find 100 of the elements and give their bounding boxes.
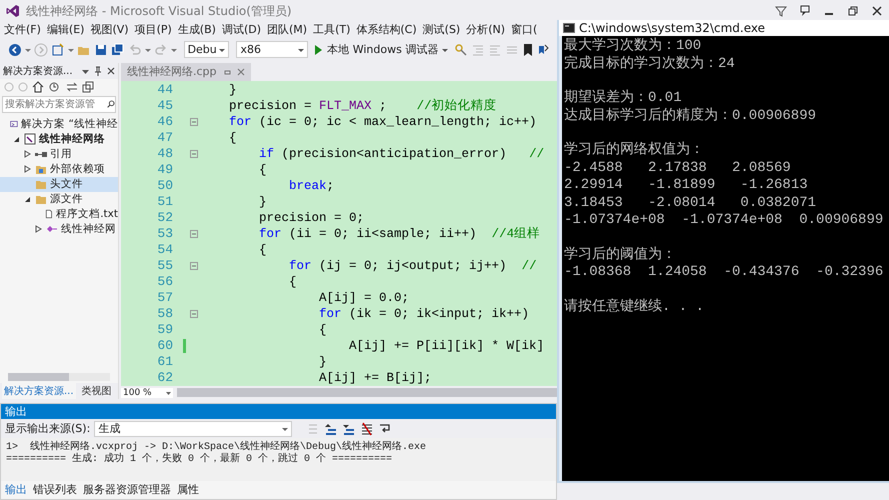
line-number: 46: [156, 114, 173, 130]
collapse-icon[interactable]: [190, 150, 198, 158]
code-line: }: [318, 354, 327, 369]
line-number: 51: [156, 194, 173, 210]
source-dropdown[interactable]: 生成: [94, 420, 292, 436]
sync-icon[interactable]: [66, 80, 78, 93]
home-icon[interactable]: [32, 80, 44, 93]
tree-item[interactable]: 线性神经网: [0, 222, 118, 237]
collapsed-arrow-icon[interactable]: [24, 165, 31, 174]
collapse-icon[interactable]: [190, 262, 198, 270]
close-icon[interactable]: [871, 5, 883, 17]
panel-tab[interactable]: 输出: [5, 482, 27, 498]
code-line: {: [318, 322, 327, 337]
tree-item[interactable]: 线性神经网络: [0, 132, 118, 147]
console-line: -1.08368 1.24058 -0.434376 -0.32396: [564, 264, 884, 282]
goto-previous-icon[interactable]: [324, 422, 338, 436]
line-number: 62: [156, 370, 173, 386]
search-icon: [107, 98, 115, 110]
clear-all-icon[interactable]: [360, 422, 374, 436]
code-line: }: [228, 82, 237, 97]
code-line: for (ij = 0; ij<output; ij++) //: [288, 258, 537, 273]
collapsed-arrow-icon[interactable]: [35, 225, 42, 234]
panel-tab[interactable]: 解决方案资源...: [2, 383, 76, 399]
code-line: {: [228, 130, 237, 145]
tree-item[interactable]: 外部依赖项: [0, 162, 118, 177]
tree-item[interactable]: 源文件: [0, 192, 118, 207]
play-icon: [314, 44, 324, 56]
collapse-icon[interactable]: [82, 80, 94, 93]
line-number: 56: [156, 274, 173, 290]
source-label: 显示输出来源(S):: [5, 421, 90, 436]
menu-item[interactable]: 分析(N): [466, 22, 506, 38]
code-line: }: [258, 194, 267, 209]
back-icon[interactable]: [8, 42, 22, 57]
menu-item[interactable]: 工具(T): [313, 22, 350, 38]
restore-icon[interactable]: [847, 5, 859, 17]
code-line: for (ic = 0; ic < max_learn_length; ic++): [228, 114, 537, 129]
line-number: 47: [156, 130, 173, 146]
tree-item[interactable]: 程序文档.txt: [0, 206, 118, 222]
zoom-dropdown[interactable]: 100 %: [121, 388, 173, 398]
line-number: 45: [156, 98, 173, 114]
panel-tab[interactable]: 属性: [177, 482, 199, 498]
output-line: 1> 线性神经网络.vcxproj -> D:\WorkSpace\线性神经网络\Debug\线性神经网络.exe: [6, 442, 428, 453]
panel-tab[interactable]: 错误列表: [33, 482, 77, 498]
console-line: 3.18453 -2.08014 0.0382071: [564, 194, 818, 212]
panel-title: 输出: [1, 404, 556, 419]
panel-tab[interactable]: 类视图: [80, 383, 114, 399]
menu-item[interactable]: 生成(B): [178, 22, 216, 38]
tree-item[interactable]: 引用: [0, 146, 118, 162]
menu-item[interactable]: 调试(D): [222, 22, 261, 38]
console-line: 完成目标的学习次数为：24: [564, 56, 736, 73]
horizontal-scrollbar[interactable]: [8, 373, 110, 381]
code-line: precision = 0;: [258, 210, 364, 225]
collapse-icon[interactable]: [190, 230, 198, 238]
bookmark-icon[interactable]: [522, 42, 534, 57]
close-icon[interactable]: [107, 66, 115, 76]
tree-item[interactable]: 解决方案 “线性神经: [0, 116, 118, 132]
console-line: 请按任意键继续. . .: [564, 298, 706, 316]
menu-item[interactable]: 测试(S): [422, 22, 460, 38]
horizontal-scrollbar[interactable]: [177, 388, 557, 397]
new-project-icon[interactable]: [50, 42, 65, 57]
expanded-arrow-icon[interactable]: [24, 196, 31, 203]
save-icon[interactable]: [94, 42, 108, 57]
collapsed-arrow-icon[interactable]: [24, 150, 31, 158]
feedback-icon[interactable]: [799, 5, 811, 17]
save-all-icon[interactable]: [110, 42, 125, 57]
menu-item[interactable]: 项目(P): [134, 22, 172, 38]
code-line: break;: [288, 178, 334, 193]
panel-tab[interactable]: 服务器资源管理器: [83, 482, 171, 498]
console-line: -1.07374e+08 -1.07374e+08 0.00906899: [564, 212, 884, 230]
code-line: {: [258, 162, 267, 177]
console-line: 学习后的网络权值为：: [564, 142, 705, 160]
menu-item[interactable]: 窗口(: [511, 22, 538, 38]
platform-dropdown[interactable]: x86: [236, 41, 308, 58]
code-line: for (ik = 0; ik<input; ik++): [318, 306, 530, 321]
bookmark-next-icon[interactable]: [537, 42, 550, 57]
filter-icon[interactable]: [775, 5, 787, 17]
line-number: 53: [156, 226, 173, 242]
console-icon: [563, 22, 575, 32]
project-icon: [24, 133, 36, 146]
line-number: 58: [156, 306, 173, 322]
scroll-thumb[interactable]: [8, 373, 70, 381]
menu-item[interactable]: 文件(F): [4, 22, 41, 38]
menu-item[interactable]: 团队(M): [267, 22, 308, 38]
configuration-dropdown[interactable]: Debu: [184, 41, 230, 58]
text-file-icon: [44, 208, 54, 220]
start-debugging-button[interactable]: 本地 Windows 调试器: [311, 42, 452, 58]
code-line: A[ij] += P[ii][ik] * W[ik]: [348, 338, 544, 353]
menu-item[interactable]: 体系结构(C): [356, 22, 417, 38]
collapse-icon[interactable]: [190, 118, 198, 126]
menu-item[interactable]: 编辑(E): [46, 22, 84, 38]
collapse-icon[interactable]: [190, 310, 198, 318]
tree-item[interactable]: 头文件: [0, 176, 118, 192]
line-number: 49: [156, 162, 173, 178]
line-number: 54: [156, 242, 173, 258]
console-line: 最大学习次数为：100: [564, 38, 702, 55]
expanded-arrow-icon[interactable]: [13, 136, 20, 143]
find-icon[interactable]: [454, 42, 468, 57]
window-title: 线性神经网络 - Microsoft Visual Studio(管理员): [26, 2, 293, 20]
menu-item[interactable]: 视图(V): [90, 22, 129, 38]
line-number: 59: [156, 322, 173, 338]
